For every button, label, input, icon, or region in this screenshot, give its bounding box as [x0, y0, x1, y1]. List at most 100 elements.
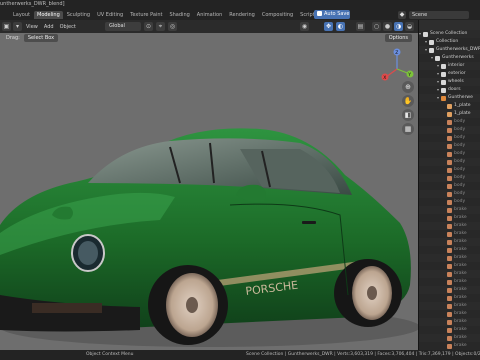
menu-add[interactable]: Add: [44, 24, 54, 30]
snap-icon[interactable]: ⌖: [156, 22, 165, 31]
expand-arrow-icon[interactable]: ▾: [419, 30, 421, 38]
outliner-row[interactable]: body: [419, 118, 480, 126]
outliner-row[interactable]: ▾ Scene Collection: [419, 30, 480, 38]
outliner-row[interactable]: brake: [419, 286, 480, 294]
outliner-row[interactable]: body: [419, 142, 480, 150]
outliner-row[interactable]: brake: [419, 334, 480, 342]
workspace-tab-sculpting[interactable]: Sculpting: [64, 11, 93, 19]
auto-save-toggle[interactable]: Auto Save: [314, 10, 350, 19]
outliner-row[interactable]: 1_plate: [419, 102, 480, 110]
shading-wire-icon[interactable]: ○: [372, 22, 381, 31]
proportional-edit-icon[interactable]: ◎: [168, 22, 177, 31]
outliner-row[interactable]: brake: [419, 206, 480, 214]
expand-arrow-icon[interactable]: ▾: [437, 86, 439, 94]
outliner-row[interactable]: brake: [419, 254, 480, 262]
outliner-row[interactable]: ▾ exterior: [419, 70, 480, 78]
outliner-row[interactable]: brake: [419, 214, 480, 222]
overlay-toggle-icon[interactable]: ◐: [336, 22, 345, 31]
select-box-dropdown[interactable]: Select Box: [23, 34, 59, 42]
outliner-row[interactable]: body: [419, 126, 480, 134]
menu-object[interactable]: Object: [60, 24, 76, 30]
outliner-row[interactable]: brake: [419, 278, 480, 286]
outliner-row[interactable]: ▾ Collection: [419, 38, 480, 46]
menu-view[interactable]: View: [26, 24, 38, 30]
outliner-panel[interactable]: ▾ Scene Collection ▾ Collection ▾ Guntherwerk…: [418, 20, 480, 350]
transform-orientation-dropdown[interactable]: Global: [105, 22, 141, 31]
expand-arrow-icon[interactable]: ▾: [425, 46, 427, 54]
outliner-row[interactable]: brake: [419, 262, 480, 270]
outliner-row[interactable]: ▾ doors: [419, 86, 480, 94]
outliner-row[interactable]: brake: [419, 294, 480, 302]
outliner-row[interactable]: body: [419, 150, 480, 158]
outliner-row-label: body: [454, 167, 466, 172]
outliner-row-label: body: [454, 183, 466, 188]
outliner-row[interactable]: body: [419, 134, 480, 142]
workspace-tab-compositing[interactable]: Compositing: [259, 11, 296, 19]
xray-icon[interactable]: ▤: [356, 22, 365, 31]
outliner-row[interactable]: brake: [419, 222, 480, 230]
scene-selector[interactable]: ◆ Scene: [398, 9, 480, 20]
navigation-gizmo[interactable]: Z X Y: [378, 47, 416, 85]
expand-arrow-icon[interactable]: ▾: [425, 38, 427, 46]
options-dropdown[interactable]: Options: [384, 34, 412, 42]
outliner-row[interactable]: brake: [419, 302, 480, 310]
shading-material-icon[interactable]: ◑: [394, 22, 403, 31]
outliner-row[interactable]: brake: [419, 230, 480, 238]
camera-icon[interactable]: ◧: [402, 109, 414, 121]
scene-name-field[interactable]: Scene: [409, 10, 469, 19]
outliner-row[interactable]: body: [419, 158, 480, 166]
outliner-row[interactable]: brake: [419, 238, 480, 246]
outliner-row[interactable]: ▾ Guntherwerks_DWR: [419, 46, 480, 54]
scene-icon[interactable]: ◆: [398, 10, 406, 19]
mesh-object-icon: [447, 103, 452, 109]
workspace-tab-shading[interactable]: Shading: [166, 11, 192, 19]
outliner-row[interactable]: body: [419, 182, 480, 190]
outliner-row[interactable]: ▾ Guntherwe: [419, 94, 480, 102]
gizmo-toggle-icon[interactable]: ✥: [324, 22, 333, 31]
outliner-row[interactable]: body: [419, 198, 480, 206]
outliner-row-label: brake: [454, 319, 467, 324]
expand-arrow-icon[interactable]: ▾: [437, 70, 439, 78]
expand-arrow-icon[interactable]: ▾: [437, 94, 439, 102]
collection-icon: [441, 71, 446, 77]
pivot-icon[interactable]: ⊙: [144, 22, 153, 31]
outliner-row[interactable]: brake: [419, 342, 480, 350]
zoom-icon[interactable]: ⊕: [402, 81, 414, 93]
hand-icon[interactable]: ✋: [402, 95, 414, 107]
outliner-row[interactable]: body: [419, 190, 480, 198]
outliner-row[interactable]: ▾ interior: [419, 62, 480, 70]
workspace-tab-rendering[interactable]: Rendering: [226, 11, 258, 19]
outliner-row[interactable]: body: [419, 174, 480, 182]
expand-arrow-icon[interactable]: ▾: [437, 62, 439, 70]
outliner-row-label: brake: [454, 295, 467, 300]
outliner-row[interactable]: brake: [419, 246, 480, 254]
shading-solid-icon[interactable]: ●: [383, 22, 392, 31]
shading-rendered-icon[interactable]: ◒: [405, 22, 414, 31]
outliner-row-label: brake: [454, 255, 467, 260]
outliner-header: [419, 20, 480, 30]
mesh-object-icon: [447, 111, 452, 117]
mesh-object-icon: [447, 311, 452, 317]
object-mode-icon[interactable]: ▾: [13, 22, 22, 31]
3d-viewport[interactable]: Drag: Select Box Options PORSCHE Z X Y ⊕…: [0, 33, 418, 350]
workspace-tab-uv-editing[interactable]: UV Editing: [94, 11, 126, 19]
outliner-row[interactable]: brake: [419, 310, 480, 318]
outliner-row[interactable]: ▾ wheels: [419, 78, 480, 86]
outliner-row[interactable]: brake: [419, 326, 480, 334]
workspace-tab-animation[interactable]: Animation: [194, 11, 226, 19]
grid-icon[interactable]: ▦: [402, 123, 414, 135]
outliner-row[interactable]: brake: [419, 318, 480, 326]
expand-arrow-icon[interactable]: ▾: [437, 78, 439, 86]
workspace-tab-layout[interactable]: Layout: [10, 11, 33, 19]
outliner-row[interactable]: ▾ Guntherwerks: [419, 54, 480, 62]
workspace-tab-texture-paint[interactable]: Texture Paint: [127, 11, 165, 19]
mesh-object-icon: [447, 327, 452, 333]
editor-type-icon[interactable]: ▣: [2, 22, 11, 31]
workspace-tab-modeling[interactable]: Modeling: [34, 11, 63, 19]
outliner-row[interactable]: body: [419, 166, 480, 174]
visibility-icon[interactable]: ◉: [300, 22, 309, 31]
mesh-object-icon: [447, 191, 452, 197]
outliner-row[interactable]: 1_plate: [419, 110, 480, 118]
expand-arrow-icon[interactable]: ▾: [431, 54, 433, 62]
outliner-row[interactable]: brake: [419, 270, 480, 278]
